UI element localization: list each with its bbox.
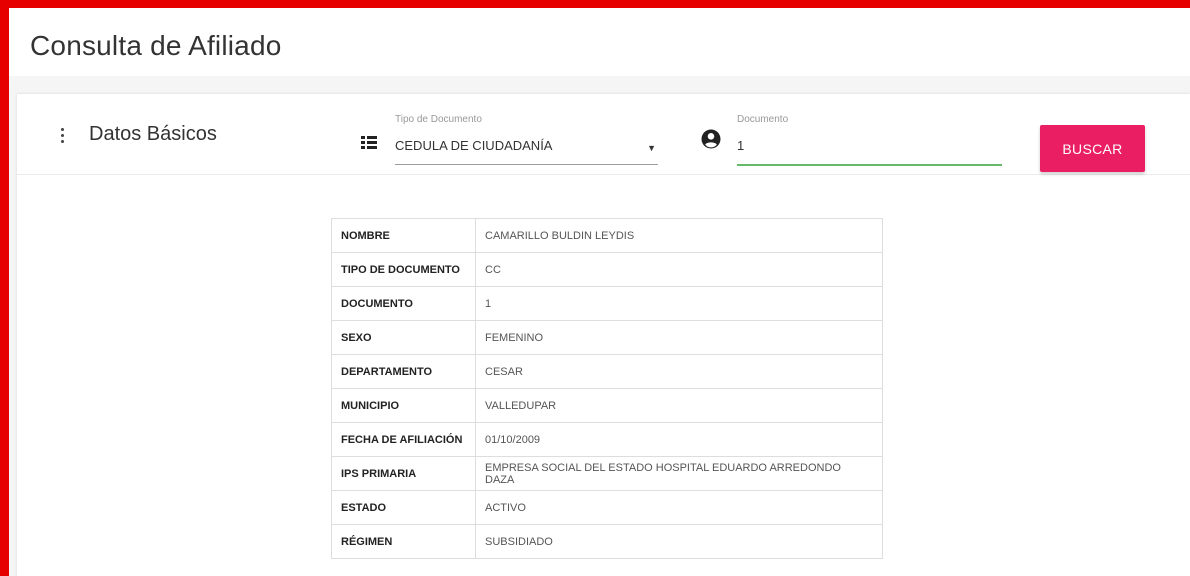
table-row: IPS PRIMARIA EMPRESA SOCIAL DEL ESTADO HO… [331, 456, 883, 491]
field-value: FEMENINO [475, 320, 883, 355]
table-row: TIPO DE DOCUMENTO CC [331, 252, 883, 287]
field-name: TIPO DE DOCUMENTO [331, 252, 476, 287]
field-name: ESTADO [331, 490, 476, 525]
field-value: SUBSIDIADO [475, 524, 883, 559]
more-vertical-icon[interactable] [59, 128, 65, 146]
field-name: MUNICIPIO [331, 388, 476, 423]
table-row: DEPARTAMENTO CESAR [331, 354, 883, 389]
table-row: SEXO FEMENINO [331, 320, 883, 355]
documento-input[interactable] [737, 138, 997, 153]
field-value: CESAR [475, 354, 883, 389]
field-name: FECHA DE AFILIACIÓN [331, 422, 476, 457]
documento-label: Documento [737, 114, 789, 125]
table-row: RÉGIMEN SUBSIDIADO [331, 524, 883, 559]
field-name: DEPARTAMENTO [331, 354, 476, 389]
account-circle-icon [701, 129, 721, 149]
table-row: DOCUMENTO 1 [331, 286, 883, 321]
field-value: EMPRESA SOCIAL DEL ESTADO HOSPITAL EDUAR… [475, 456, 883, 491]
field-name: RÉGIMEN [331, 524, 476, 559]
field-name: DOCUMENTO [331, 286, 476, 321]
caret-down-icon: ▼ [647, 143, 656, 153]
buscar-button[interactable]: BUSCAR [1040, 125, 1145, 172]
frame-top-border [0, 0, 1190, 8]
affiliate-table: NOMBRE CAMARILLO BULDIN LEYDIS TIPO DE DOC… [331, 218, 883, 559]
field-value: 1 [475, 286, 883, 321]
tipo-documento-label: Tipo de Documento [395, 114, 482, 125]
field-value: 01/10/2009 [475, 422, 883, 457]
field-value: CC [475, 252, 883, 287]
tipo-documento-select[interactable]: CEDULA DE CIUDADANÍA ▼ [395, 130, 658, 165]
section-title: Datos Básicos [89, 123, 217, 145]
table-row: ESTADO ACTIVO [331, 490, 883, 525]
frame-left-border [0, 0, 9, 576]
field-name: SEXO [331, 320, 476, 355]
table-row: MUNICIPIO VALLEDUPAR [331, 388, 883, 423]
tipo-documento-value: CEDULA DE CIUDADANÍA [395, 138, 553, 153]
datos-basicos-card: Datos Básicos Tipo de Documento CEDULA D… [17, 94, 1190, 576]
list-icon [361, 136, 377, 150]
table-row: FECHA DE AFILIACIÓN 01/10/2009 [331, 422, 883, 457]
field-value: CAMARILLO BULDIN LEYDIS [475, 218, 883, 253]
table-row: NOMBRE CAMARILLO BULDIN LEYDIS [331, 218, 883, 253]
documento-field[interactable] [737, 130, 1002, 166]
card-header: Datos Básicos Tipo de Documento CEDULA D… [17, 94, 1190, 175]
field-value: VALLEDUPAR [475, 388, 883, 423]
page-title: Consulta de Afiliado [30, 30, 282, 61]
field-name: IPS PRIMARIA [331, 456, 476, 491]
field-name: NOMBRE [331, 218, 476, 253]
field-value: ACTIVO [475, 490, 883, 525]
